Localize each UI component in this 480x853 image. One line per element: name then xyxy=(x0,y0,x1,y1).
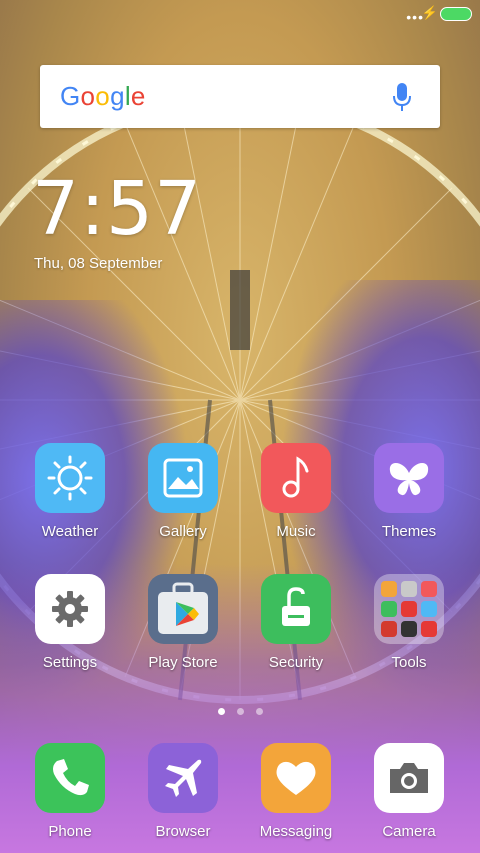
app-themes[interactable]: Themes xyxy=(364,443,454,540)
dock-browser[interactable]: Browser xyxy=(138,743,228,840)
app-play-store[interactable]: Play Store xyxy=(138,574,228,671)
app-label: Security xyxy=(268,654,324,671)
unlock-icon xyxy=(261,574,331,644)
app-label: Music xyxy=(276,523,316,540)
sun-icon xyxy=(35,443,105,513)
app-music[interactable]: Music xyxy=(251,443,341,540)
app-label: Camera xyxy=(382,823,436,840)
page-dot[interactable] xyxy=(255,708,263,715)
app-label: Browser xyxy=(155,823,211,840)
play-store-icon xyxy=(148,574,218,644)
folder-icon xyxy=(374,574,444,644)
page-dot-active[interactable] xyxy=(217,708,225,715)
folder-preview-grid xyxy=(381,581,437,637)
charging-icon: ⚡ xyxy=(421,5,438,20)
battery-icon xyxy=(440,7,472,21)
app-label: Play Store xyxy=(148,654,218,671)
heart-icon xyxy=(261,743,331,813)
app-label: Phone xyxy=(48,823,92,840)
page-dot[interactable] xyxy=(236,708,244,715)
app-label: Settings xyxy=(42,654,98,671)
app-label: Gallery xyxy=(159,523,207,540)
gear-icon xyxy=(35,574,105,644)
image-icon xyxy=(148,443,218,513)
app-gallery[interactable]: Gallery xyxy=(138,443,228,540)
app-security[interactable]: Security xyxy=(251,574,341,671)
app-settings[interactable]: Settings xyxy=(25,574,115,671)
app-label: Themes xyxy=(381,523,437,540)
dock-phone[interactable]: Phone xyxy=(25,743,115,840)
music-note-icon xyxy=(261,443,331,513)
google-search-bar[interactable]: Google xyxy=(40,65,440,128)
app-tools-folder[interactable]: Tools xyxy=(364,574,454,671)
status-bar: ••• ⚡ xyxy=(0,0,480,28)
app-label: Weather xyxy=(41,523,99,540)
page-indicator xyxy=(0,702,480,720)
app-label: Tools xyxy=(391,654,427,671)
clock-date[interactable]: Thu, 08 September xyxy=(34,255,162,272)
dock-camera[interactable]: Camera xyxy=(364,743,454,840)
butterfly-icon xyxy=(374,443,444,513)
camera-icon xyxy=(374,743,444,813)
airplane-icon xyxy=(148,743,218,813)
app-weather[interactable]: Weather xyxy=(25,443,115,540)
google-logo: Google xyxy=(60,81,146,111)
dock-messaging[interactable]: Messaging xyxy=(251,743,341,840)
app-label: Messaging xyxy=(259,823,333,840)
phone-icon xyxy=(35,743,105,813)
clock-time[interactable]: 7:57 xyxy=(32,166,202,252)
mic-icon[interactable] xyxy=(392,83,412,113)
